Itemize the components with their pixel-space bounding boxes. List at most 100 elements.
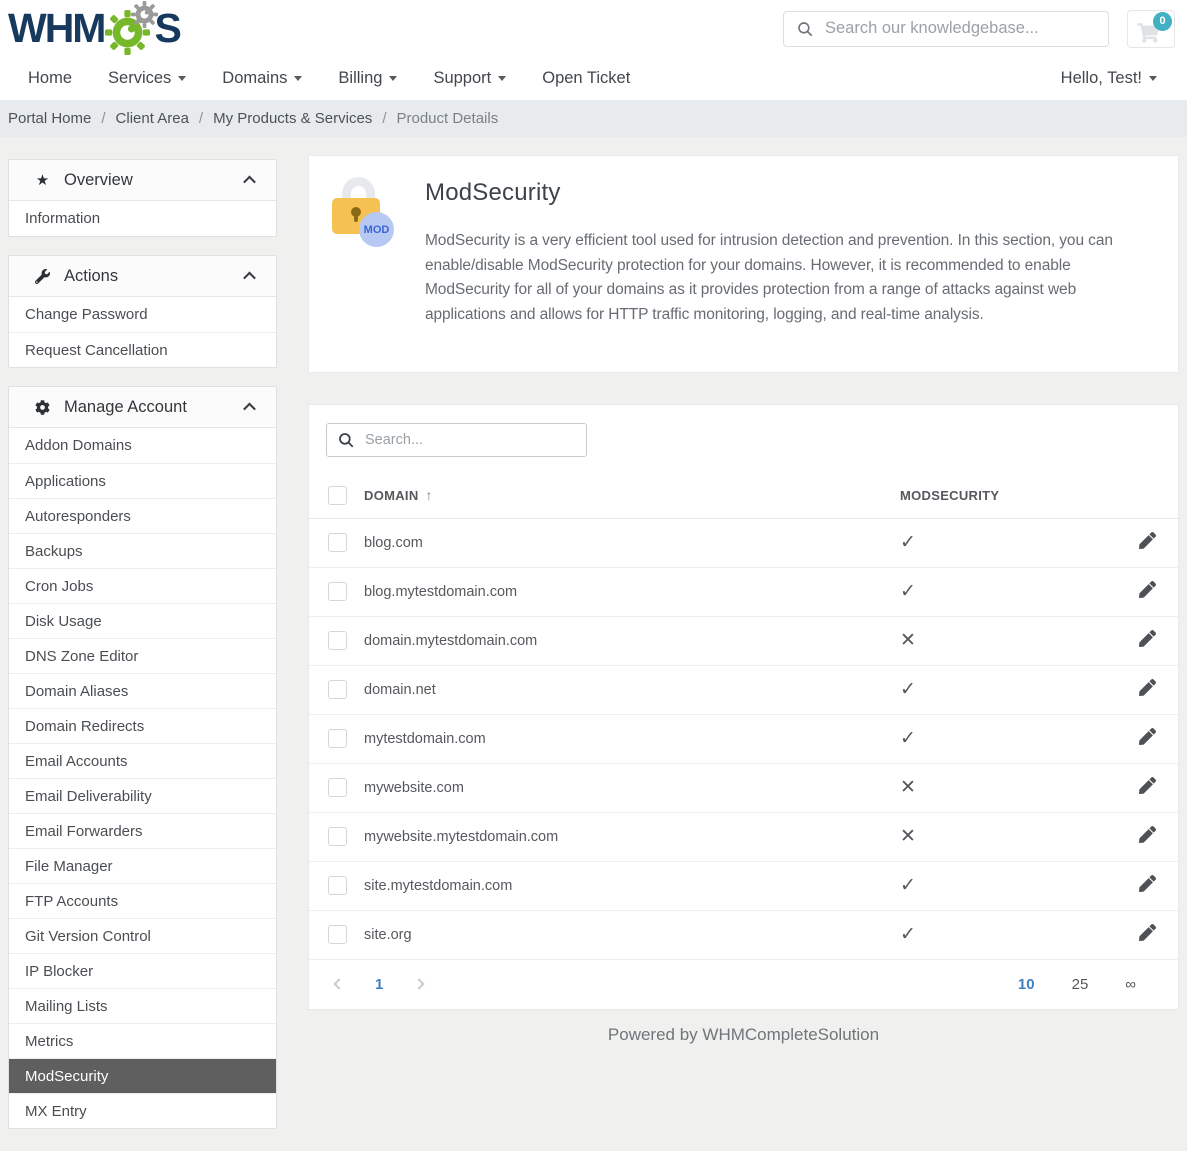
sidebar-item-ip-blocker[interactable]: IP Blocker bbox=[9, 953, 276, 988]
column-header-modsecurity[interactable]: MODSECURITY bbox=[900, 473, 1110, 518]
edit-icon[interactable] bbox=[1139, 679, 1156, 696]
domain-cell: domain.mytestdomain.com bbox=[364, 616, 900, 665]
modsecurity-status-icon: ✕ bbox=[900, 630, 916, 651]
chevron-up-icon bbox=[243, 402, 256, 415]
column-header-domain[interactable]: DOMAIN↑ bbox=[364, 473, 900, 518]
page-size-25[interactable]: 25 bbox=[1072, 976, 1089, 993]
edit-icon[interactable] bbox=[1139, 581, 1156, 598]
user-menu[interactable]: Hello, Test! bbox=[1061, 69, 1157, 88]
row-checkbox[interactable] bbox=[328, 631, 347, 650]
breadcrumb-client-area[interactable]: Client Area bbox=[116, 110, 189, 127]
sidebar-item-ftp-accounts[interactable]: FTP Accounts bbox=[9, 883, 276, 918]
row-checkbox[interactable] bbox=[328, 680, 347, 699]
breadcrumb-product-details: Product Details bbox=[396, 110, 498, 127]
table-row: domain.mytestdomain.com ✕ bbox=[309, 616, 1180, 665]
table-row: mywebsite.mytestdomain.com ✕ bbox=[309, 812, 1180, 861]
nav-support[interactable]: Support bbox=[433, 69, 506, 88]
modsecurity-status-icon: ✓ bbox=[900, 924, 916, 945]
sidebar-item-request-cancellation[interactable]: Request Cancellation bbox=[9, 332, 276, 367]
lock-keyhole bbox=[351, 207, 361, 217]
star-icon: ★ bbox=[34, 171, 51, 189]
caret-down-icon bbox=[178, 76, 186, 81]
breadcrumb-my-products[interactable]: My Products & Services bbox=[213, 110, 372, 127]
search-icon bbox=[337, 431, 355, 449]
row-checkbox[interactable] bbox=[328, 876, 347, 895]
top-header: WHM bbox=[0, 0, 1187, 57]
page-title: ModSecurity bbox=[425, 179, 1154, 207]
nav-open-ticket[interactable]: Open Ticket bbox=[542, 69, 630, 88]
sidebar-item-information[interactable]: Information bbox=[9, 201, 276, 236]
sidebar-item-git-version-control[interactable]: Git Version Control bbox=[9, 918, 276, 953]
modsecurity-status-icon: ✓ bbox=[900, 581, 916, 602]
edit-icon[interactable] bbox=[1139, 777, 1156, 794]
mod-badge: MOD bbox=[359, 212, 394, 247]
row-checkbox[interactable] bbox=[328, 827, 347, 846]
manage-account-panel-header[interactable]: Manage Account bbox=[9, 387, 276, 428]
sidebar-item-mx-entry[interactable]: MX Entry bbox=[9, 1093, 276, 1128]
gray-gear-icon bbox=[131, 1, 158, 28]
edit-icon[interactable] bbox=[1139, 630, 1156, 647]
page-size-10[interactable]: 10 bbox=[1018, 976, 1035, 993]
row-checkbox[interactable] bbox=[328, 533, 347, 552]
sidebar-item-applications[interactable]: Applications bbox=[9, 463, 276, 498]
knowledgebase-search bbox=[783, 11, 1109, 47]
sidebar-item-domain-aliases[interactable]: Domain Aliases bbox=[9, 673, 276, 708]
page-number[interactable]: 1 bbox=[375, 976, 383, 993]
row-checkbox[interactable] bbox=[328, 729, 347, 748]
edit-icon[interactable] bbox=[1139, 875, 1156, 892]
nav-services[interactable]: Services bbox=[108, 69, 186, 88]
chevron-left-icon[interactable] bbox=[333, 978, 344, 989]
powered-by-link[interactable]: Powered by WHMCompleteSolution bbox=[308, 1025, 1179, 1045]
sidebar-item-change-password[interactable]: Change Password bbox=[9, 297, 276, 332]
table-search-input[interactable] bbox=[365, 432, 576, 448]
sidebar-item-email-deliverability[interactable]: Email Deliverability bbox=[9, 778, 276, 813]
search-icon bbox=[796, 20, 814, 38]
chevron-right-icon[interactable] bbox=[414, 978, 425, 989]
modsecurity-lock-icon: MOD bbox=[331, 176, 391, 236]
sidebar-item-metrics[interactable]: Metrics bbox=[9, 1023, 276, 1058]
breadcrumb-portal-home[interactable]: Portal Home bbox=[8, 110, 91, 127]
nav-domains[interactable]: Domains bbox=[222, 69, 302, 88]
modsecurity-status-icon: ✓ bbox=[900, 679, 916, 700]
row-checkbox[interactable] bbox=[328, 582, 347, 601]
edit-icon[interactable] bbox=[1139, 826, 1156, 843]
sidebar-item-disk-usage[interactable]: Disk Usage bbox=[9, 603, 276, 638]
edit-icon[interactable] bbox=[1139, 924, 1156, 941]
sidebar-item-mailing-lists[interactable]: Mailing Lists bbox=[9, 988, 276, 1023]
domains-table-panel: DOMAIN↑ MODSECURITY blog.com ✓ blog.my bbox=[308, 404, 1179, 1010]
overview-panel-header[interactable]: ★ Overview bbox=[9, 160, 276, 201]
row-checkbox[interactable] bbox=[328, 778, 347, 797]
domain-cell: site.org bbox=[364, 910, 900, 959]
actions-panel-header[interactable]: Actions bbox=[9, 256, 276, 297]
domain-cell: blog.com bbox=[364, 518, 900, 567]
sidebar-item-backups[interactable]: Backups bbox=[9, 533, 276, 568]
sidebar-item-domain-redirects[interactable]: Domain Redirects bbox=[9, 708, 276, 743]
nav-home[interactable]: Home bbox=[28, 69, 72, 88]
sidebar-item-email-accounts[interactable]: Email Accounts bbox=[9, 743, 276, 778]
edit-icon[interactable] bbox=[1139, 532, 1156, 549]
sidebar-item-addon-domains[interactable]: Addon Domains bbox=[9, 428, 276, 463]
product-header-panel: MOD ModSecurity ModSecurity is a very ef… bbox=[308, 155, 1179, 373]
whmcs-logo[interactable]: WHM bbox=[8, 3, 180, 55]
sidebar-item-autoresponders[interactable]: Autoresponders bbox=[9, 498, 276, 533]
sidebar-item-dns-zone-editor[interactable]: DNS Zone Editor bbox=[9, 638, 276, 673]
domain-cell: site.mytestdomain.com bbox=[364, 861, 900, 910]
edit-icon[interactable] bbox=[1139, 728, 1156, 745]
main-navigation: Home Services Domains Billing Support Op… bbox=[0, 57, 1187, 100]
row-checkbox[interactable] bbox=[328, 925, 347, 944]
table-search-box bbox=[326, 423, 587, 457]
domain-cell: mytestdomain.com bbox=[364, 714, 900, 763]
select-all-checkbox[interactable] bbox=[328, 486, 347, 505]
sidebar-item-cron-jobs[interactable]: Cron Jobs bbox=[9, 568, 276, 603]
cart-button[interactable]: 0 bbox=[1127, 10, 1175, 48]
sidebar-item-email-forwarders[interactable]: Email Forwarders bbox=[9, 813, 276, 848]
sidebar-item-file-manager[interactable]: File Manager bbox=[9, 848, 276, 883]
modsecurity-status-icon: ✕ bbox=[900, 777, 916, 798]
nav-billing[interactable]: Billing bbox=[338, 69, 397, 88]
knowledgebase-search-input[interactable] bbox=[825, 19, 1096, 38]
table-header-row: DOMAIN↑ MODSECURITY bbox=[309, 473, 1180, 518]
chevron-up-icon bbox=[243, 175, 256, 188]
wrench-icon bbox=[34, 269, 51, 284]
page-size-all[interactable]: ∞ bbox=[1125, 976, 1136, 993]
sidebar-item-modsecurity[interactable]: ModSecurity bbox=[9, 1058, 276, 1093]
